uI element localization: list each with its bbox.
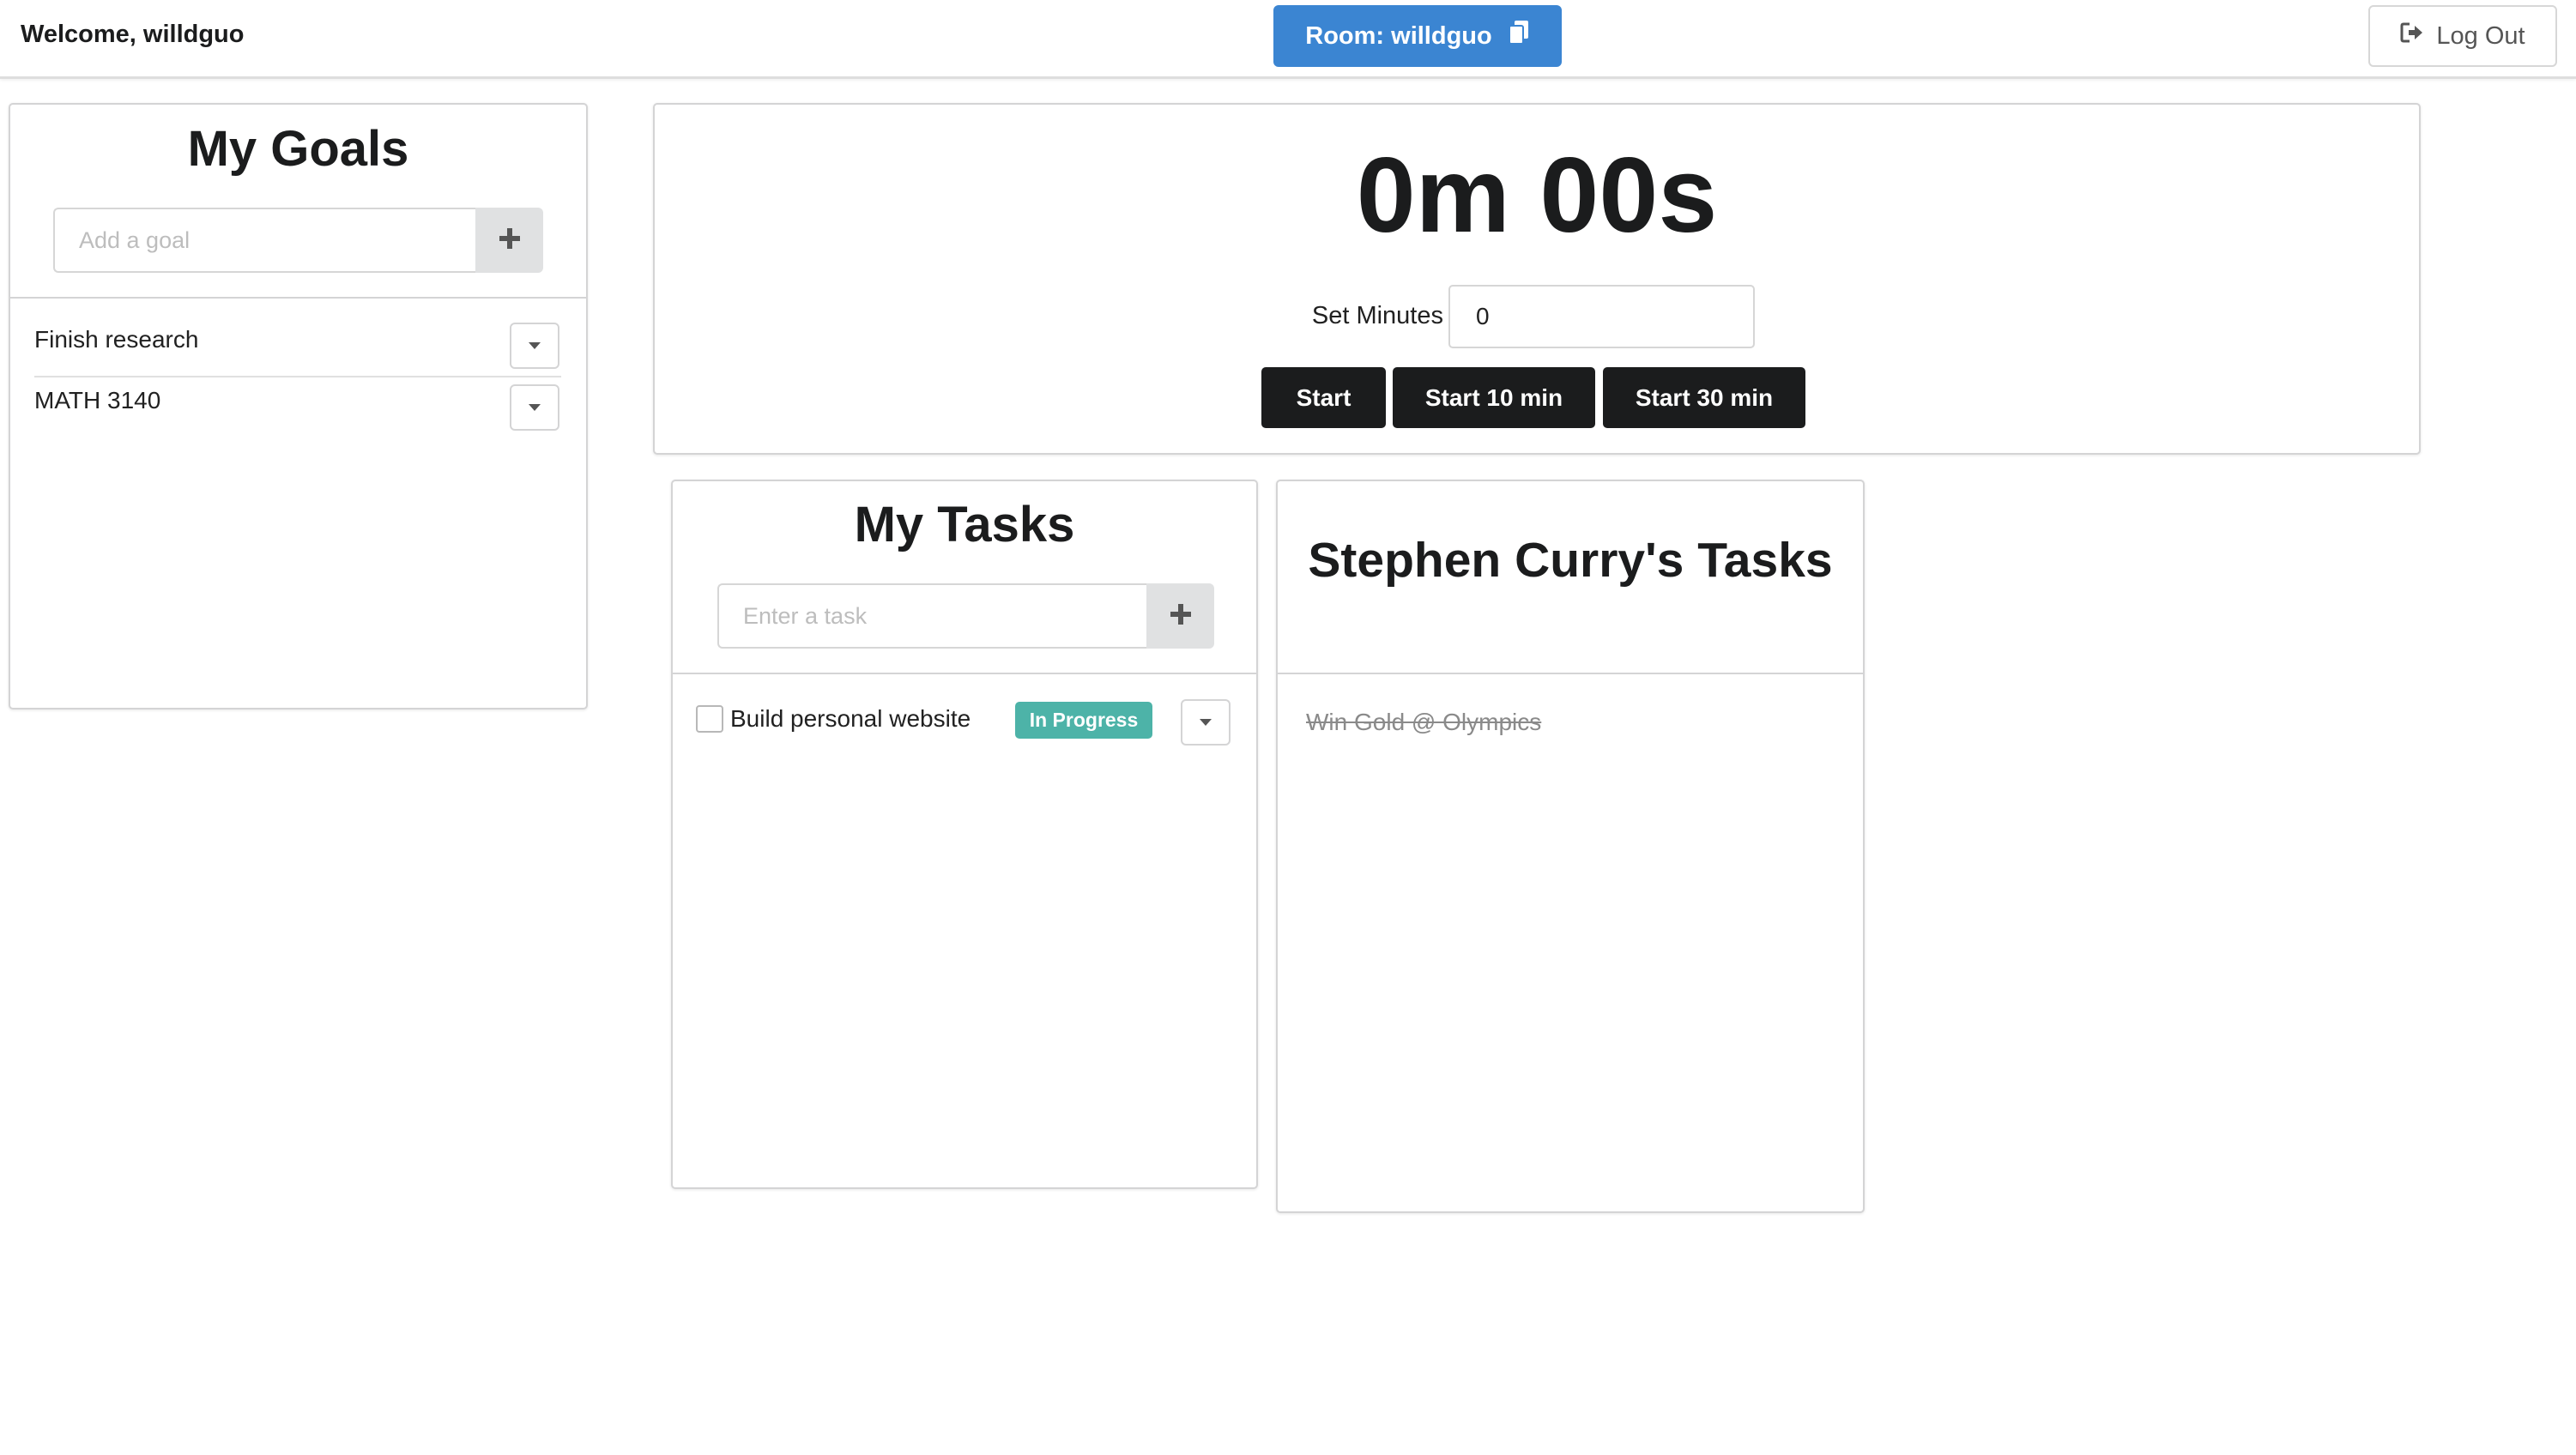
friend-tasks-divider bbox=[1276, 673, 1865, 674]
status-badge: In Progress bbox=[1015, 702, 1152, 739]
timer-display: 0m 00s bbox=[1356, 136, 1718, 255]
friend-tasks-title: Stephen Curry's Tasks bbox=[1308, 533, 1833, 588]
tasks-divider bbox=[671, 673, 1258, 674]
start-button[interactable]: Start bbox=[1261, 367, 1386, 428]
my-tasks-title: My Tasks bbox=[854, 497, 1075, 552]
task-item-label: Build personal website bbox=[730, 705, 971, 732]
task-checkbox[interactable] bbox=[696, 705, 723, 733]
task-input-placeholder: Enter a task bbox=[743, 602, 868, 629]
goal-item-dropdown-button[interactable] bbox=[510, 323, 559, 369]
friend-tasks-panel bbox=[1276, 480, 1865, 1213]
start-30-min-button[interactable]: Start 30 min bbox=[1603, 367, 1805, 428]
logout-label: Log Out bbox=[2436, 21, 2525, 50]
goal-input[interactable]: Add a goal bbox=[53, 208, 475, 273]
logout-button[interactable]: Log Out bbox=[2368, 5, 2557, 67]
caret-down-icon bbox=[1200, 715, 1212, 730]
room-button-label: Room: willdguo bbox=[1305, 21, 1492, 50]
goal-input-placeholder: Add a goal bbox=[79, 226, 190, 253]
start-10-min-label: Start 10 min bbox=[1424, 383, 1563, 411]
start-30-min-label: Start 30 min bbox=[1635, 383, 1774, 411]
minutes-input[interactable]: 0 bbox=[1448, 285, 1755, 348]
set-minutes-label: Set Minutes bbox=[1311, 302, 1443, 329]
plus-icon bbox=[499, 227, 521, 254]
start-10-min-button[interactable]: Start 10 min bbox=[1393, 367, 1595, 428]
task-item-dropdown-button[interactable] bbox=[1181, 699, 1231, 746]
friend-task-item-label: Win Gold @ Olympics bbox=[1306, 709, 1542, 735]
goals-divider bbox=[9, 297, 588, 299]
plus-icon bbox=[1170, 603, 1192, 630]
start-button-label: Start bbox=[1296, 383, 1351, 411]
caret-down-icon bbox=[529, 400, 541, 415]
copy-icon bbox=[1508, 20, 1530, 52]
goals-title: My Goals bbox=[187, 121, 409, 177]
minutes-input-value: 0 bbox=[1476, 303, 1490, 329]
welcome-text: Welcome, willdguo bbox=[21, 21, 245, 48]
task-input[interactable]: Enter a task bbox=[717, 583, 1146, 649]
add-task-button[interactable] bbox=[1146, 583, 1214, 649]
room-button[interactable]: Room: willdguo bbox=[1273, 5, 1562, 67]
caret-down-icon bbox=[529, 338, 541, 353]
add-goal-button[interactable] bbox=[475, 208, 543, 273]
sign-out-icon bbox=[2400, 21, 2424, 51]
goal-item-dropdown-button[interactable] bbox=[510, 384, 559, 431]
goal-item-label: MATH 3140 bbox=[34, 387, 161, 414]
goal-item-divider bbox=[34, 376, 561, 377]
goal-item-label: Finish research bbox=[34, 326, 199, 353]
